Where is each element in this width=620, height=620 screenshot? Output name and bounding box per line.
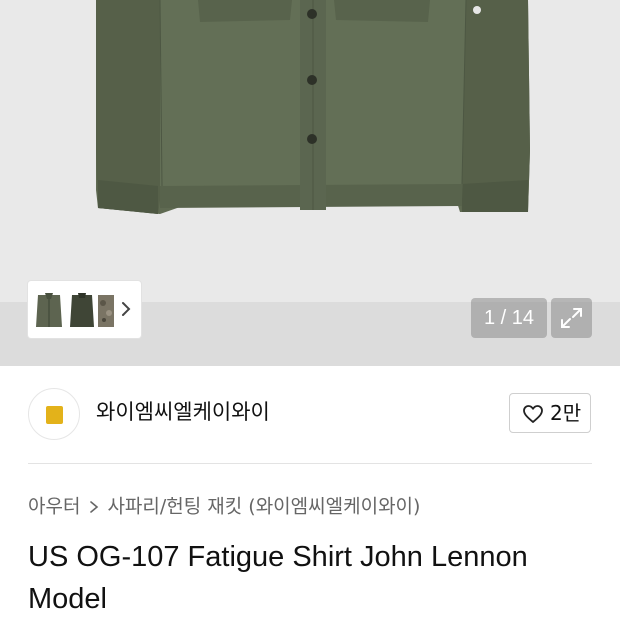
product-main-image[interactable] <box>0 0 620 302</box>
image-counter: 1 / 14 <box>471 298 547 338</box>
thumbnail-strip[interactable] <box>28 281 141 338</box>
product-detail-thumbnail[interactable] <box>98 287 114 332</box>
chevron-right-icon <box>90 500 99 513</box>
product-title: US OG-107 Fatigue Shirt John Lennon Mode… <box>28 541 528 615</box>
brand-logo-mark <box>46 406 63 424</box>
like-button[interactable]: 2만 <box>509 393 591 433</box>
product-image-gallery[interactable]: 1 / 14 <box>0 0 620 366</box>
expand-button[interactable] <box>551 298 592 338</box>
brand-row[interactable]: 와이엠씨엘케이와이 2만 <box>0 366 620 463</box>
brand-name[interactable]: 와이엠씨엘케이와이 <box>96 396 270 428</box>
heart-icon <box>523 405 543 423</box>
expand-icon <box>561 308 582 328</box>
brand-logo[interactable] <box>28 388 80 440</box>
chevron-right-icon[interactable] <box>119 299 133 319</box>
breadcrumb-category[interactable]: 아우터 <box>28 496 80 518</box>
like-count: 2만 <box>550 401 582 425</box>
product-back-thumbnail[interactable] <box>68 287 96 332</box>
product-front-thumbnail[interactable] <box>34 287 64 332</box>
breadcrumb[interactable]: 아우터 사파리/헌팅 재킷 (와이엠씨엘케이와이) <box>28 492 420 521</box>
breadcrumb-subcategory[interactable]: 사파리/헌팅 재킷 (와이엠씨엘케이와이) <box>107 496 420 518</box>
section-divider <box>28 463 592 464</box>
